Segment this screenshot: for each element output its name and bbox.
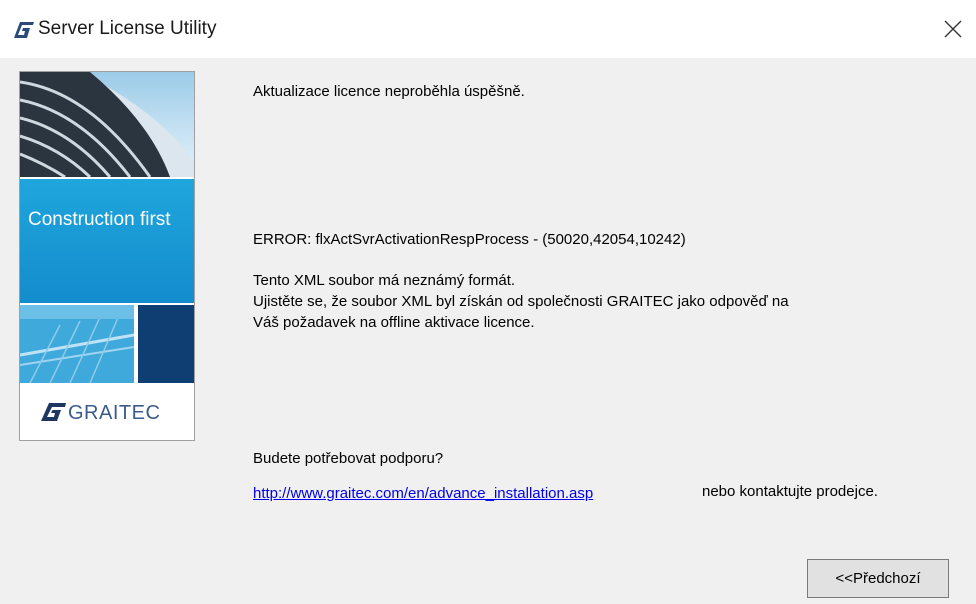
tagline-panel: Construction first [20, 179, 194, 303]
detail-line-2: Ujistěte se, že soubor XML byl získán od… [253, 293, 789, 310]
navy-block [138, 305, 194, 383]
close-icon [944, 20, 962, 38]
bridge-photo [20, 305, 134, 383]
tagline-text: Construction first [28, 209, 171, 230]
graitec-logo-icon [41, 403, 66, 421]
graitec-logo: GRAITEC [20, 383, 194, 440]
detail-line-3: Váš požadavek na offline aktivace licenc… [253, 314, 535, 331]
window-title: Server License Utility [38, 18, 217, 39]
previous-button[interactable]: <<Předchozí [807, 559, 949, 598]
detail-line-1: Tento XML soubor má neznámý formát. [253, 272, 516, 289]
building-photo [20, 72, 194, 177]
graitec-app-icon [14, 22, 34, 38]
dialog-body: Construction first GRAITEC Aktualizace l… [0, 58, 976, 604]
graitec-banner: Construction first GRAITEC [19, 71, 195, 441]
status-message: Aktualizace licence neproběhla úspěšně. [253, 83, 525, 100]
logo-text: GRAITEC [68, 402, 161, 424]
support-question: Budete potřebovat podporu? [253, 450, 444, 467]
title-bar: Server License Utility [0, 0, 976, 58]
support-suffix: nebo kontaktujte prodejce. [702, 483, 878, 500]
error-message: ERROR: flxActSvrActivationRespProcess - … [253, 231, 686, 248]
close-button[interactable] [930, 0, 976, 58]
support-link[interactable]: http://www.graitec.com/en/advance_instal… [253, 483, 593, 504]
